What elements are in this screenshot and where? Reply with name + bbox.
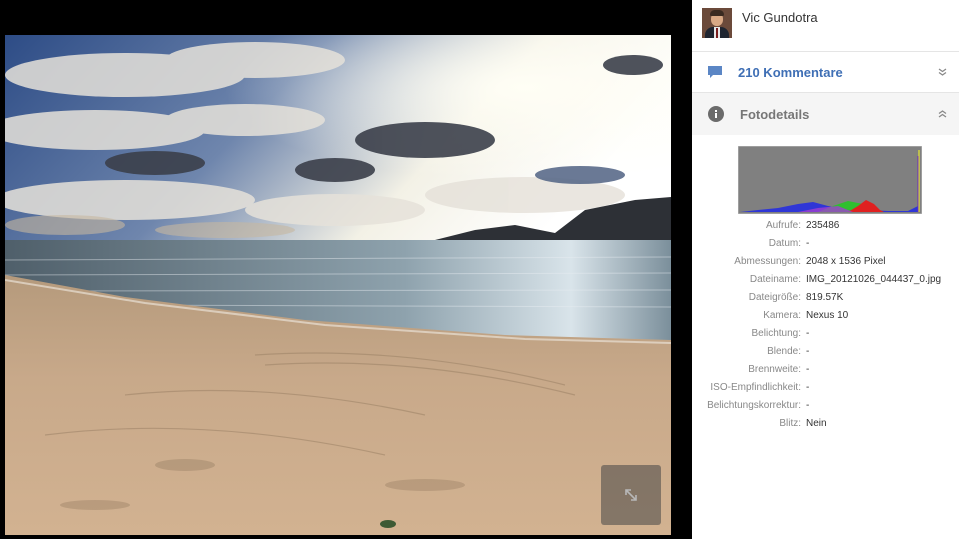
detail-value: 235486 — [806, 219, 840, 231]
detail-row-views: Aufrufe: 235486 — [692, 216, 959, 234]
photo[interactable] — [5, 35, 671, 535]
author-header: Vic Gundotra — [692, 0, 959, 52]
beach-photo-image — [5, 35, 671, 535]
author-name[interactable]: Vic Gundotra — [742, 10, 818, 25]
fullscreen-button[interactable] — [601, 465, 661, 525]
detail-key: Blende: — [767, 345, 801, 357]
detail-key: Belichtungskorrektur: — [707, 399, 801, 411]
detail-key: Belichtung: — [751, 327, 801, 339]
detail-value: - — [806, 327, 810, 339]
detail-row-filesize: Dateigröße: 819.57K — [692, 288, 959, 306]
details-sidebar: Vic Gundotra 210 Kommentare Fotodetails — [692, 0, 959, 539]
comments-toggle[interactable]: 210 Kommentare — [692, 52, 959, 93]
detail-key: Kamera: — [763, 309, 801, 321]
detail-key: Dateigröße: — [748, 291, 801, 303]
detail-row-date: Datum: - — [692, 234, 959, 252]
detail-row-aperture: Blende: - — [692, 342, 959, 360]
photo-details-list: Aufrufe: 235486 Datum: - Abmessungen: 20… — [692, 216, 959, 432]
detail-key: Dateiname: — [749, 273, 801, 285]
chevron-double-down-icon — [938, 68, 947, 76]
detail-key: Aufrufe: — [765, 219, 801, 231]
photo-details-label: Fotodetails — [740, 106, 810, 122]
detail-value: - — [806, 237, 810, 249]
detail-key: Brennweite: — [748, 363, 801, 375]
detail-row-exposure: Belichtung: - — [692, 324, 959, 342]
detail-row-flash: Blitz: Nein — [692, 414, 959, 432]
detail-key: Blitz: — [779, 417, 801, 429]
detail-row-iso: ISO-Empfindlichkeit: - — [692, 378, 959, 396]
detail-key: ISO-Empfindlichkeit: — [710, 381, 801, 393]
detail-key: Datum: — [768, 237, 801, 249]
chevron-double-up-icon — [938, 110, 947, 118]
detail-key: Abmessungen: — [734, 255, 801, 267]
detail-value: Nexus 10 — [806, 309, 849, 321]
comments-label: 210 Kommentare — [738, 64, 843, 80]
detail-row-focal-length: Brennweite: - — [692, 360, 959, 378]
detail-row-dimensions: Abmessungen: 2048 x 1536 Pixel — [692, 252, 959, 270]
info-icon — [708, 106, 724, 122]
detail-value: - — [806, 399, 810, 411]
photo-details-toggle[interactable]: Fotodetails — [692, 93, 959, 135]
expand-arrows-icon — [625, 489, 637, 501]
detail-value: 2048 x 1536 Pixel — [806, 255, 886, 267]
detail-value: 819.57K — [806, 291, 844, 303]
detail-row-filename: Dateiname: IMG_20121026_044437_0.jpg — [692, 270, 959, 288]
comment-icon — [708, 65, 722, 78]
detail-value: IMG_20121026_044437_0.jpg — [806, 273, 942, 285]
avatar[interactable] — [702, 8, 732, 38]
histogram — [738, 146, 922, 214]
photo-viewer — [0, 0, 692, 539]
detail-value: Nein — [806, 417, 827, 429]
detail-value: - — [806, 345, 810, 357]
detail-value: - — [806, 381, 810, 393]
detail-row-exposure-bias: Belichtungskorrektur: - — [692, 396, 959, 414]
detail-row-camera: Kamera: Nexus 10 — [692, 306, 959, 324]
detail-value: - — [806, 363, 810, 375]
